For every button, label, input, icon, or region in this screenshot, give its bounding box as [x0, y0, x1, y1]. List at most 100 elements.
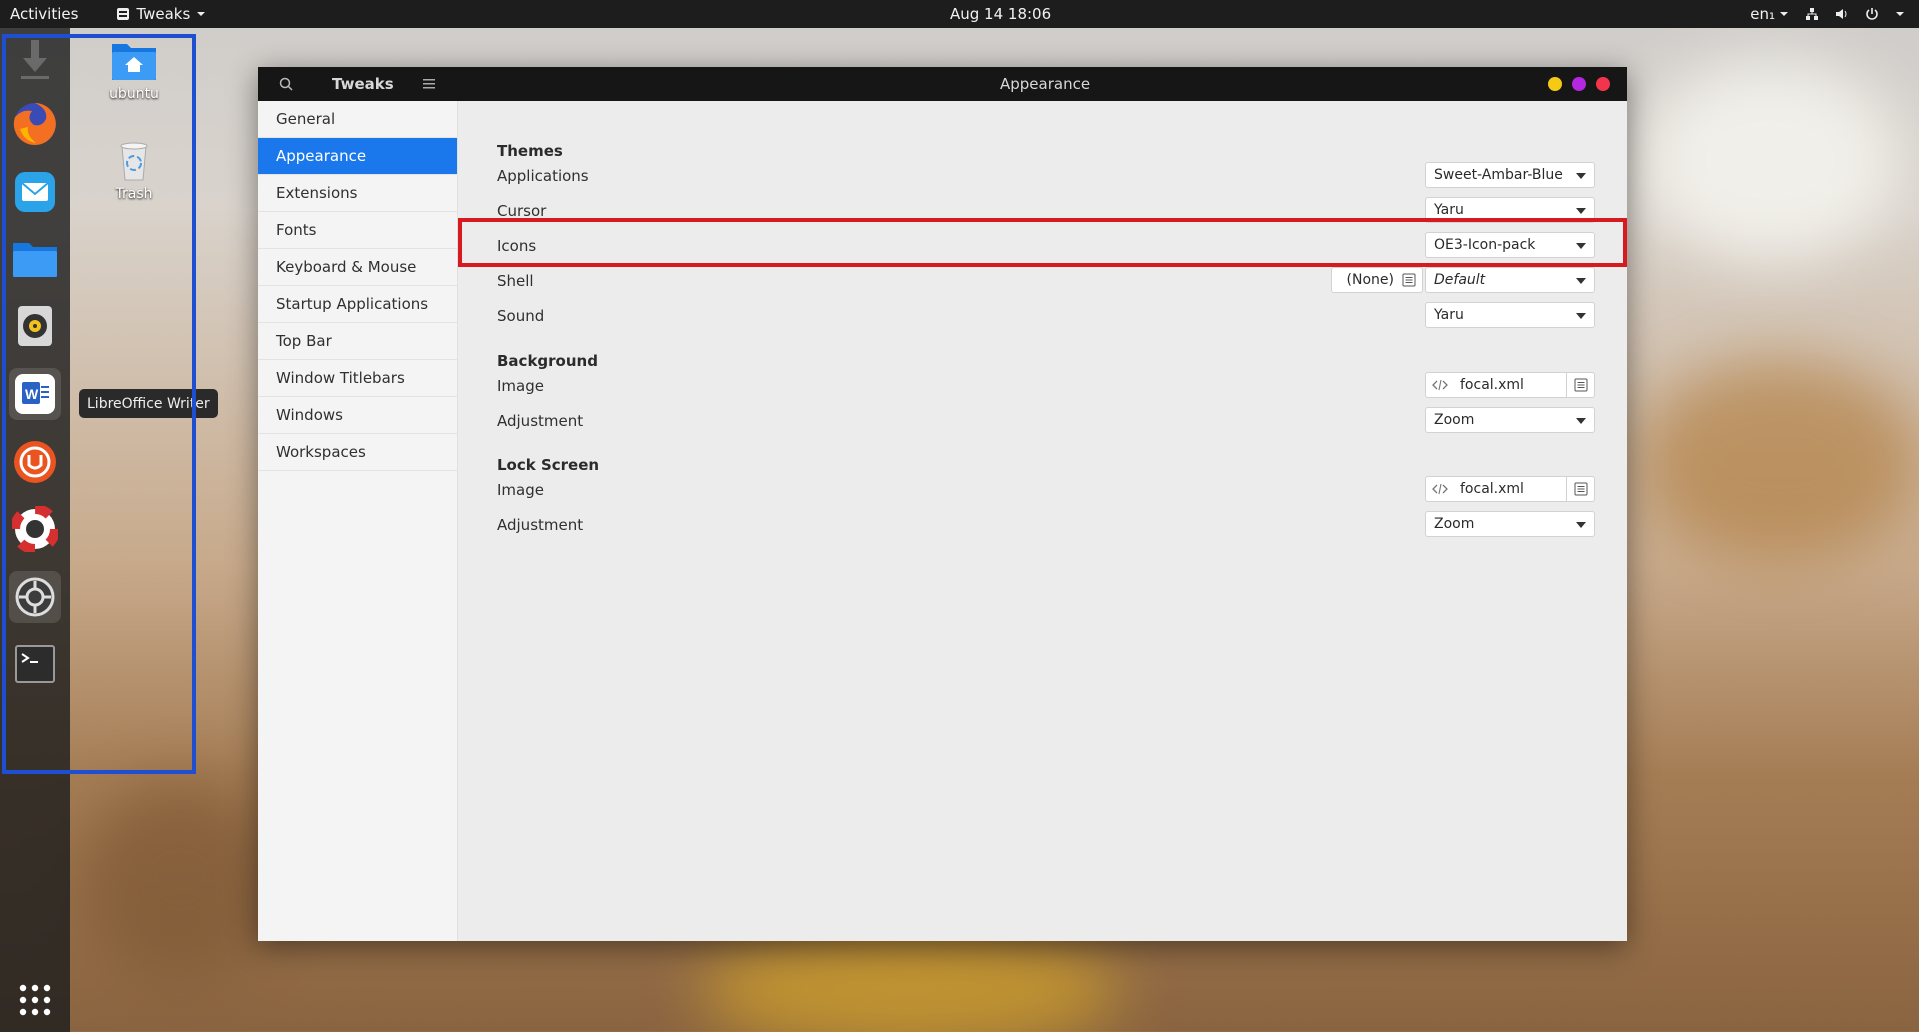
- lock-screen-adjustment-value: Zoom: [1434, 516, 1475, 532]
- close-button[interactable]: [1596, 77, 1610, 91]
- volume-icon[interactable]: [1835, 7, 1849, 21]
- document-icon: [1574, 378, 1587, 392]
- dock-tweaks[interactable]: [9, 571, 61, 623]
- dock-libreoffice-writer[interactable]: W: [9, 368, 61, 420]
- lock-screen-image-open-button[interactable]: [1566, 477, 1594, 501]
- chevron-down-icon: [1576, 243, 1586, 249]
- window-titlebar: Tweaks Appearance: [258, 67, 1627, 101]
- help-icon: [12, 506, 58, 552]
- app-menu[interactable]: Tweaks: [116, 5, 206, 23]
- top-bar: Activities Tweaks Aug 14 18:06 en₁: [0, 0, 1919, 28]
- chevron-down-icon[interactable]: [1895, 10, 1905, 18]
- sidebar-title: Tweaks: [332, 75, 394, 93]
- chevron-down-icon: [1576, 208, 1586, 214]
- minimize-button[interactable]: [1548, 77, 1562, 91]
- sidebar-item-general[interactable]: General: [258, 101, 457, 138]
- mail-icon: [15, 172, 55, 212]
- activities-button[interactable]: Activities: [10, 5, 78, 23]
- dock-software-updater[interactable]: [9, 436, 61, 488]
- sidebar-item-top-bar[interactable]: Top Bar: [258, 323, 457, 360]
- applications-label: Applications: [497, 167, 589, 185]
- trash-icon: [120, 142, 148, 181]
- sound-label: Sound: [497, 307, 545, 325]
- chevron-down-icon: [1576, 418, 1586, 424]
- dock-thunderbird[interactable]: [9, 166, 61, 218]
- icons-theme-dropdown[interactable]: OE3-Icon-pack: [1425, 232, 1595, 258]
- window-title: Appearance: [1000, 75, 1091, 93]
- settings-icon: [15, 577, 55, 617]
- power-icon[interactable]: [1865, 7, 1879, 21]
- writer-icon: W: [15, 374, 55, 414]
- hamburger-menu-icon[interactable]: [423, 78, 435, 90]
- sidebar: General Appearance Extensions Fonts Keyb…: [258, 101, 458, 941]
- applications-theme-dropdown[interactable]: Sweet-Ambar-Blue: [1425, 162, 1595, 188]
- sidebar-item-keyboard-mouse[interactable]: Keyboard & Mouse: [258, 249, 457, 286]
- desktop-home-folder[interactable]: ubuntu: [89, 38, 179, 102]
- cursor-theme-dropdown[interactable]: Yaru: [1425, 197, 1595, 223]
- dock-files[interactable]: [9, 233, 61, 285]
- chevron-down-icon: [1576, 313, 1586, 319]
- lock-screen-image-label: Image: [497, 481, 544, 499]
- app-grid-icon: [19, 984, 51, 1016]
- firefox-icon: [13, 103, 56, 145]
- system-tray: en₁: [1750, 5, 1905, 23]
- svg-text:W: W: [25, 386, 39, 402]
- keyboard-layout-indicator[interactable]: en₁: [1750, 5, 1789, 23]
- clock[interactable]: Aug 14 18:06: [950, 5, 1051, 23]
- app-menu-label: Tweaks: [136, 5, 191, 23]
- downloads-icon: [21, 40, 49, 79]
- background-image-open-button[interactable]: [1566, 373, 1594, 397]
- sidebar-item-windows[interactable]: Windows: [258, 397, 457, 434]
- shell-label: Shell: [497, 272, 534, 290]
- tweaks-window: Tweaks Appearance General Appearance Ext…: [258, 67, 1627, 941]
- icons-label: Icons: [497, 237, 537, 255]
- chevron-down-icon: [1576, 278, 1586, 284]
- sidebar-item-workspaces[interactable]: Workspaces: [258, 434, 457, 471]
- cursor-theme-value: Yaru: [1434, 202, 1464, 218]
- icons-theme-value: OE3-Icon-pack: [1434, 237, 1536, 253]
- network-icon[interactable]: [1805, 7, 1819, 21]
- shell-theme-file-button[interactable]: (None): [1331, 267, 1423, 293]
- dock-rhythmbox[interactable]: [9, 300, 61, 352]
- keyboard-layout-label: en₁: [1750, 5, 1775, 23]
- chevron-down-icon: [1576, 522, 1586, 528]
- background-image-label: Image: [497, 377, 544, 395]
- dock-help[interactable]: [9, 503, 61, 555]
- background-adjustment-dropdown[interactable]: Zoom: [1425, 407, 1595, 433]
- background-adjustment-label: Adjustment: [497, 412, 584, 430]
- dock-downloads[interactable]: [9, 34, 61, 86]
- chevron-down-icon: [1576, 173, 1586, 179]
- sound-theme-value: Yaru: [1434, 307, 1464, 323]
- sidebar-item-fonts[interactable]: Fonts: [258, 212, 457, 249]
- dock: W: [0, 28, 70, 1032]
- lock-screen-adjustment-dropdown[interactable]: Zoom: [1425, 511, 1595, 537]
- show-applications-button[interactable]: [9, 974, 61, 1026]
- chevron-down-icon: [1780, 12, 1788, 16]
- background-image-chooser[interactable]: focal.xml: [1425, 372, 1595, 398]
- dock-firefox[interactable]: [9, 98, 61, 150]
- desktop-trash-label: Trash: [115, 186, 153, 202]
- sidebar-item-appearance[interactable]: Appearance: [258, 138, 457, 175]
- tweaks-app-icon: [117, 8, 130, 20]
- maximize-button[interactable]: [1572, 77, 1586, 91]
- lock-screen-section-title: Lock Screen: [497, 456, 600, 474]
- sidebar-item-extensions[interactable]: Extensions: [258, 175, 457, 212]
- desktop-trash[interactable]: Trash: [89, 138, 179, 202]
- shell-theme-dropdown[interactable]: Default: [1425, 267, 1595, 293]
- chevron-down-icon: [197, 12, 206, 16]
- files-icon: [13, 243, 57, 277]
- running-indicator: [2, 663, 6, 667]
- lock-screen-image-value: focal.xml: [1460, 481, 1524, 497]
- sidebar-item-window-titlebars[interactable]: Window Titlebars: [258, 360, 457, 397]
- search-icon[interactable]: [279, 77, 293, 91]
- shell-theme-value: Default: [1434, 272, 1486, 288]
- document-icon: [1402, 273, 1416, 287]
- code-file-icon: [1432, 483, 1448, 495]
- code-file-icon: [1432, 379, 1448, 391]
- dock-terminal[interactable]: [9, 638, 61, 690]
- sidebar-item-startup-applications[interactable]: Startup Applications: [258, 286, 457, 323]
- sound-theme-dropdown[interactable]: Yaru: [1425, 302, 1595, 328]
- dock-tooltip: LibreOffice Writer: [79, 389, 218, 418]
- home-folder-icon: [112, 44, 156, 80]
- lock-screen-image-chooser[interactable]: focal.xml: [1425, 476, 1595, 502]
